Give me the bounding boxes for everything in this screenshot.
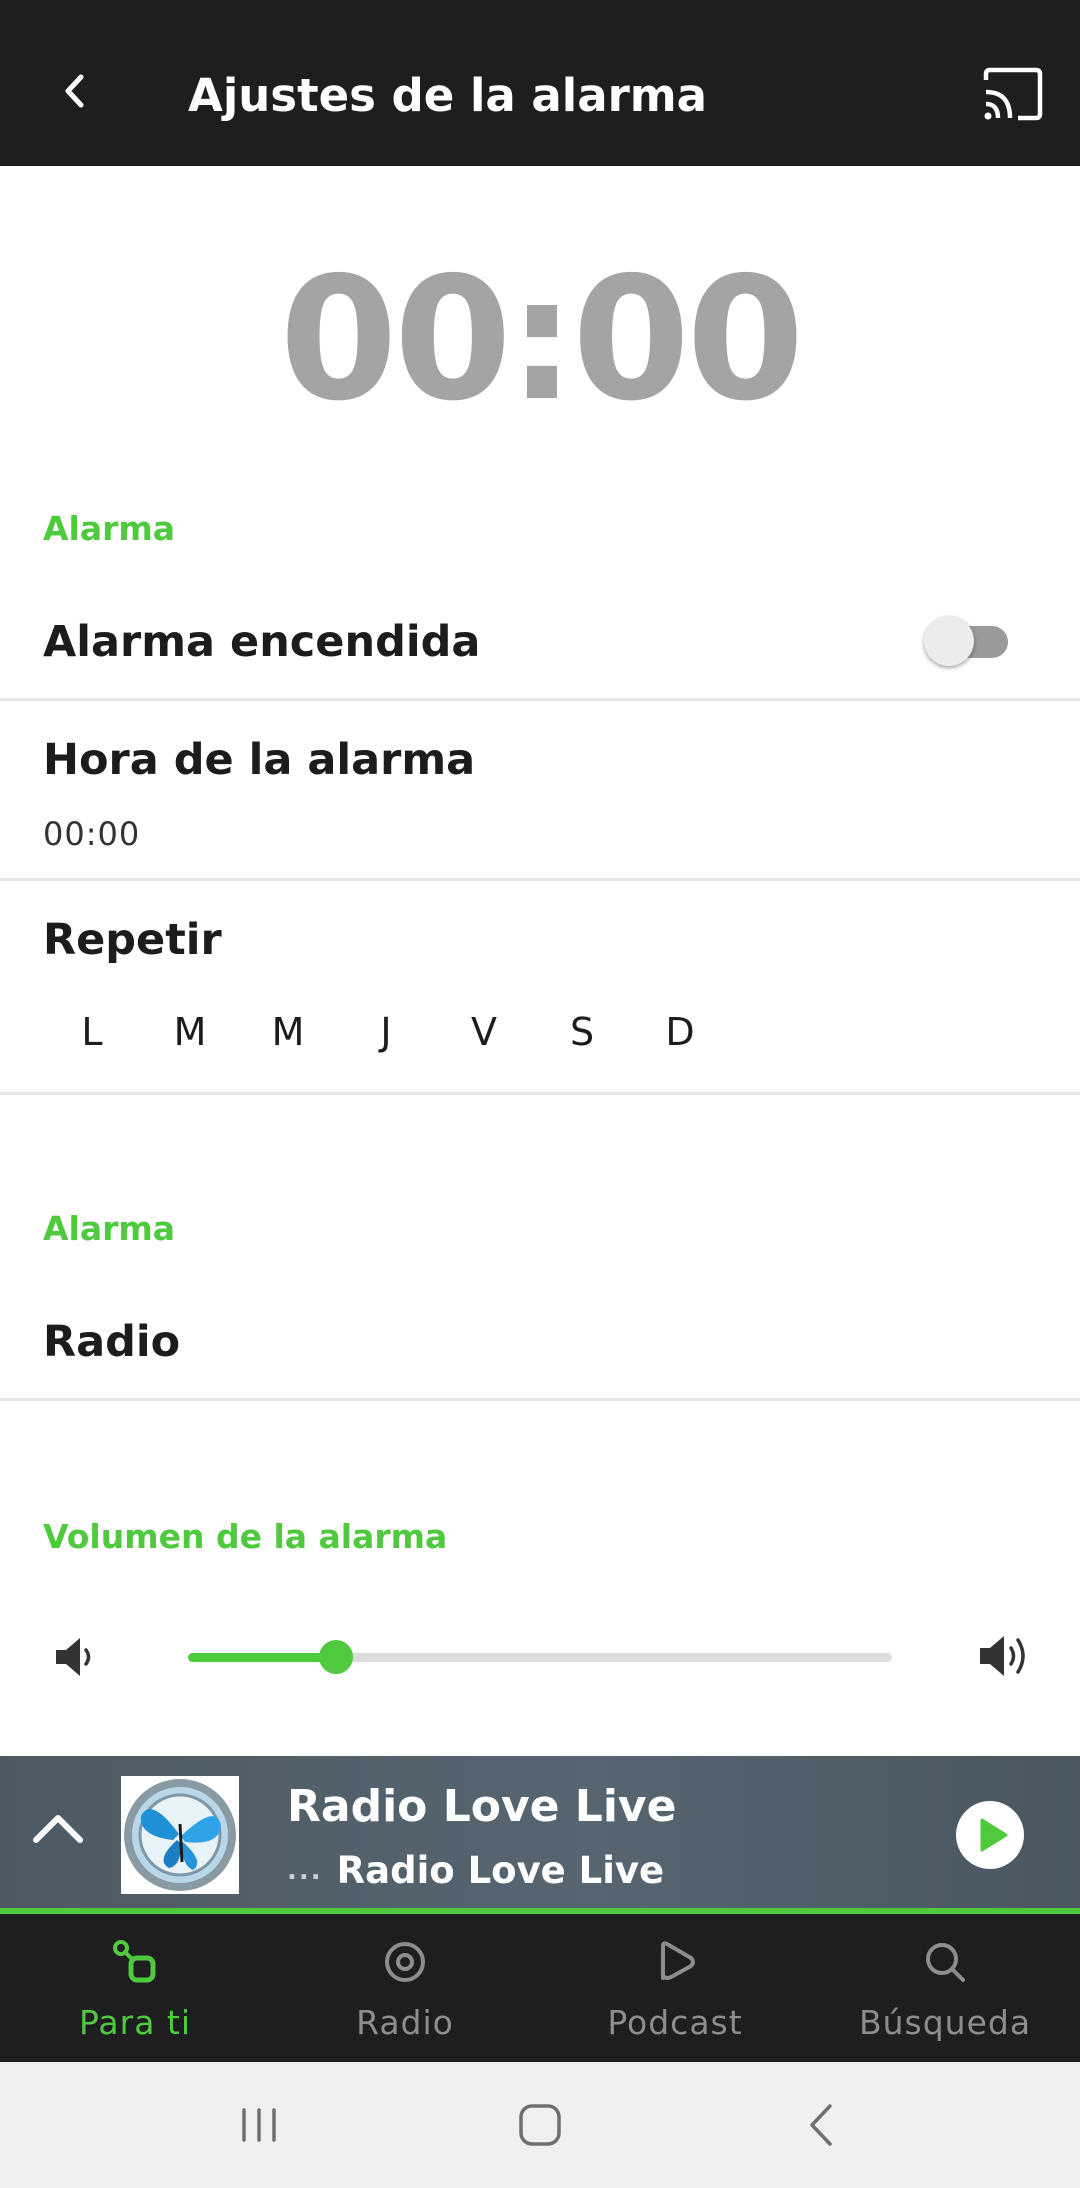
tab-para-ti[interactable]: Para ti xyxy=(0,1914,270,2062)
alarm-on-toggle[interactable] xyxy=(924,612,1010,666)
system-nav-bar xyxy=(0,2062,1080,2188)
divider xyxy=(0,698,1080,701)
day-tuesday[interactable]: M xyxy=(141,1004,239,1060)
back-nav-icon[interactable] xyxy=(790,2092,856,2158)
divider xyxy=(0,1398,1080,1401)
butterfly-logo-icon xyxy=(121,1776,239,1894)
tab-radio[interactable]: Radio xyxy=(270,1914,540,2062)
toggle-thumb xyxy=(924,616,974,666)
bottom-tab-bar: Para ti Radio Podcast Búsqueda xyxy=(0,1914,1080,2062)
day-sunday[interactable]: D xyxy=(631,1004,729,1060)
now-playing-station: Radio Love Live xyxy=(336,1849,665,1892)
day-thursday[interactable]: J xyxy=(337,1004,435,1060)
volume-section-label: Volumen de la alarma xyxy=(43,1517,448,1556)
expand-player-button[interactable] xyxy=(28,1800,88,1860)
source-section-label: Alarma xyxy=(43,1209,176,1248)
alarm-section-label: Alarma xyxy=(43,509,176,548)
cast-button[interactable] xyxy=(980,64,1046,124)
alarm-on-label: Alarma encendida xyxy=(43,617,481,667)
recent-apps-icon[interactable] xyxy=(226,2092,292,2158)
tab-label: Podcast xyxy=(607,2003,743,2042)
now-playing-title: Radio Love Live xyxy=(287,1781,677,1832)
tab-podcast[interactable]: Podcast xyxy=(540,1914,810,2062)
volume-slider-fill xyxy=(188,1653,336,1662)
repeat-label: Repetir xyxy=(43,915,222,965)
chevron-up-icon xyxy=(33,1815,83,1843)
page-title: Ajustes de la alarma xyxy=(188,69,708,122)
play-button[interactable] xyxy=(956,1801,1024,1869)
divider xyxy=(0,1092,1080,1095)
for-you-icon xyxy=(113,1940,156,1983)
chevron-left-icon xyxy=(65,74,84,108)
cast-icon xyxy=(983,67,1043,121)
alarm-clock-display[interactable]: 00:00 xyxy=(0,248,1080,433)
tab-label: Radio xyxy=(356,2003,454,2042)
day-friday[interactable]: V xyxy=(435,1004,533,1060)
volume-slider[interactable] xyxy=(188,1640,892,1674)
repeat-days: L M M J V S D xyxy=(43,1004,729,1060)
mini-player[interactable]: Radio Love Live ... Radio Love Live xyxy=(0,1756,1080,1914)
podcast-icon xyxy=(661,1941,695,1980)
app-bar: Ajustes de la alarma xyxy=(0,0,1080,166)
day-monday[interactable]: L xyxy=(43,1004,141,1060)
volume-high-icon xyxy=(980,1636,1025,1676)
back-button[interactable] xyxy=(42,58,108,124)
play-icon xyxy=(980,1818,1008,1852)
alarm-time-value[interactable]: 00:00 xyxy=(43,814,140,854)
subtitle-prefix: ... xyxy=(287,1856,323,1886)
search-icon xyxy=(926,1943,965,1982)
volume-slider-handle[interactable] xyxy=(319,1640,353,1674)
day-saturday[interactable]: S xyxy=(533,1004,631,1060)
alarm-source-radio[interactable]: Radio xyxy=(43,1314,180,1370)
home-icon[interactable] xyxy=(507,2092,573,2158)
station-artwork xyxy=(121,1776,239,1894)
tab-label: Para ti xyxy=(78,2003,192,2042)
volume-low-icon xyxy=(56,1638,91,1676)
tab-busqueda[interactable]: Búsqueda xyxy=(810,1914,1080,2062)
day-wednesday[interactable]: M xyxy=(239,1004,337,1060)
now-playing-subtitle: ... Radio Love Live xyxy=(287,1848,664,1894)
tab-label: Búsqueda xyxy=(858,2003,1032,2042)
radio-icon xyxy=(385,1942,425,1982)
divider xyxy=(0,878,1080,881)
alarm-time-label[interactable]: Hora de la alarma xyxy=(43,732,475,788)
